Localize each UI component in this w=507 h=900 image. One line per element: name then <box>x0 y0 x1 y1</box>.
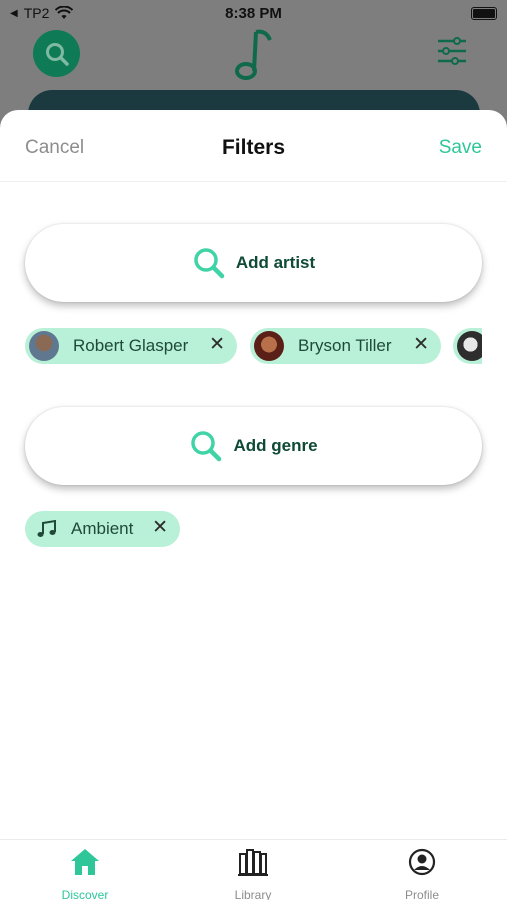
music-note-logo-icon <box>235 29 272 80</box>
chip-label: Robert Glasper <box>73 336 189 355</box>
library-icon <box>238 849 268 876</box>
bg-search-button <box>33 30 80 77</box>
add-artist-label: Add artist <box>235 253 316 272</box>
avatar <box>254 331 284 361</box>
genre-chip-row: Ambient ✕ <box>25 511 482 549</box>
status-bar: ◀ TP2 8:38 PM <box>0 0 507 28</box>
filters-sheet: Cancel Filters Save Add artist Robert Gl… <box>0 110 507 900</box>
add-artist-button[interactable]: Add artist <box>25 224 482 302</box>
cancel-button[interactable]: Cancel <box>25 137 84 159</box>
search-icon <box>45 42 69 66</box>
add-genre-label: Add genre <box>233 436 318 455</box>
add-genre-button[interactable]: Add genre <box>25 407 482 485</box>
filter-sliders-icon <box>438 37 466 65</box>
tab-bar: Discover Library Profile <box>0 839 507 900</box>
avatar <box>29 331 59 361</box>
artist-chip-row: Robert Glasper ✕ Bryson Tiller ✕ <box>25 328 482 366</box>
music-note-icon <box>37 519 56 537</box>
tab-discover[interactable]: Discover <box>35 846 135 900</box>
save-button[interactable]: Save <box>439 137 482 159</box>
status-time: 8:38 PM <box>225 5 282 22</box>
battery-icon <box>471 7 497 20</box>
tab-label: Library <box>234 888 272 900</box>
tab-library[interactable]: Library <box>203 846 303 900</box>
tab-label: Discover <box>61 888 109 900</box>
search-icon <box>191 431 222 462</box>
artist-chip[interactable] <box>453 328 482 364</box>
chip-label: Bryson Tiller <box>298 336 392 355</box>
chip-label: Ambient <box>71 519 134 538</box>
tab-profile[interactable]: Profile <box>372 846 472 900</box>
remove-chip-icon[interactable]: ✕ <box>152 517 168 539</box>
genre-chip[interactable]: Ambient ✕ <box>25 511 180 547</box>
avatar <box>457 331 482 361</box>
sheet-header: Cancel Filters Save <box>0 110 507 182</box>
home-icon <box>71 849 99 875</box>
remove-chip-icon[interactable]: ✕ <box>413 334 429 356</box>
remove-chip-icon[interactable]: ✕ <box>209 334 225 356</box>
artist-chip[interactable]: Bryson Tiller ✕ <box>250 328 441 364</box>
profile-icon <box>408 848 436 876</box>
tab-label: Profile <box>404 888 439 900</box>
artist-chip[interactable]: Robert Glasper ✕ <box>25 328 237 364</box>
search-icon <box>194 248 225 279</box>
